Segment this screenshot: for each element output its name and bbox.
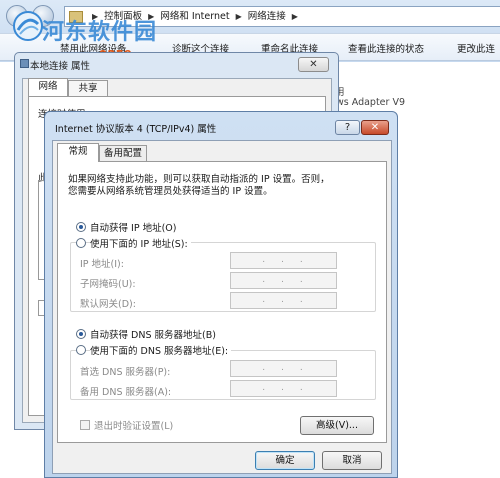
- adapter-name-text: ws Adapter V9: [336, 97, 405, 108]
- subnet-mask-label: 子网掩码(U):: [80, 279, 136, 290]
- ip-manual-label[interactable]: 使用下面的 IP 地址(S):: [90, 236, 191, 250]
- validate-on-exit-label[interactable]: 退出时验证设置(L): [94, 418, 173, 432]
- dns-auto-label[interactable]: 自动获得 DNS 服务器地址(B): [90, 327, 216, 341]
- watermark-title: 河东软件园: [42, 19, 158, 45]
- default-gateway-field[interactable]: ...: [230, 292, 337, 309]
- tab-alternate-configuration[interactable]: 备用配置: [99, 145, 147, 162]
- alternate-dns-field[interactable]: ...: [230, 380, 337, 397]
- alternate-dns-label: 备用 DNS 服务器(A):: [80, 387, 172, 398]
- ok-button[interactable]: 确定: [255, 451, 315, 470]
- change-settings-command[interactable]: 更改此连: [457, 41, 495, 55]
- cancel-button[interactable]: 取消: [322, 451, 382, 470]
- validate-on-exit-checkbox[interactable]: [80, 420, 90, 430]
- default-gateway-label: 默认网关(D):: [80, 299, 136, 310]
- advanced-button[interactable]: 高级(V)...: [300, 416, 374, 435]
- close-button[interactable]: ✕: [361, 120, 389, 135]
- watermark-logo-icon: [13, 11, 43, 41]
- dns-manual-label[interactable]: 使用下面的 DNS 服务器地址(E):: [90, 343, 232, 357]
- tab-general[interactable]: 常规: [57, 143, 99, 162]
- ipv4-dialog-title: Internet 协议版本 4 (TCP/IPv4) 属性: [55, 124, 217, 135]
- ip-auto-radio[interactable]: [76, 222, 86, 232]
- ip-address-field[interactable]: ...: [230, 252, 337, 269]
- tab-network[interactable]: 网络: [28, 78, 68, 97]
- description-line-2: 您需要从网络系统管理员处获得适当的 IP 设置。: [68, 186, 273, 197]
- local-dialog-title: 本地连接 属性: [30, 61, 91, 72]
- breadcrumb-network-connections[interactable]: 网络连接: [248, 7, 286, 26]
- preferred-dns-field[interactable]: ...: [230, 360, 337, 377]
- help-button[interactable]: ?: [335, 120, 360, 135]
- dns-auto-radio[interactable]: [76, 329, 86, 339]
- view-status-command[interactable]: 查看此连接的状态: [348, 41, 424, 55]
- breadcrumb-network-internet[interactable]: 网络和 Internet: [160, 7, 229, 26]
- dns-manual-radio[interactable]: [76, 345, 86, 355]
- local-close-icon[interactable]: ✕: [298, 57, 329, 72]
- breadcrumb-separator-icon: ▶: [235, 12, 242, 21]
- ip-manual-radio[interactable]: [76, 238, 86, 248]
- ip-address-label: IP 地址(I):: [80, 259, 124, 270]
- ip-auto-label[interactable]: 自动获得 IP 地址(O): [90, 220, 176, 234]
- tab-sharing[interactable]: 共享: [68, 80, 108, 97]
- network-icon: [20, 59, 29, 68]
- subnet-mask-field[interactable]: ...: [230, 272, 337, 289]
- preferred-dns-label: 首选 DNS 服务器(P):: [80, 367, 171, 378]
- breadcrumb-separator-icon: ▶: [291, 12, 298, 21]
